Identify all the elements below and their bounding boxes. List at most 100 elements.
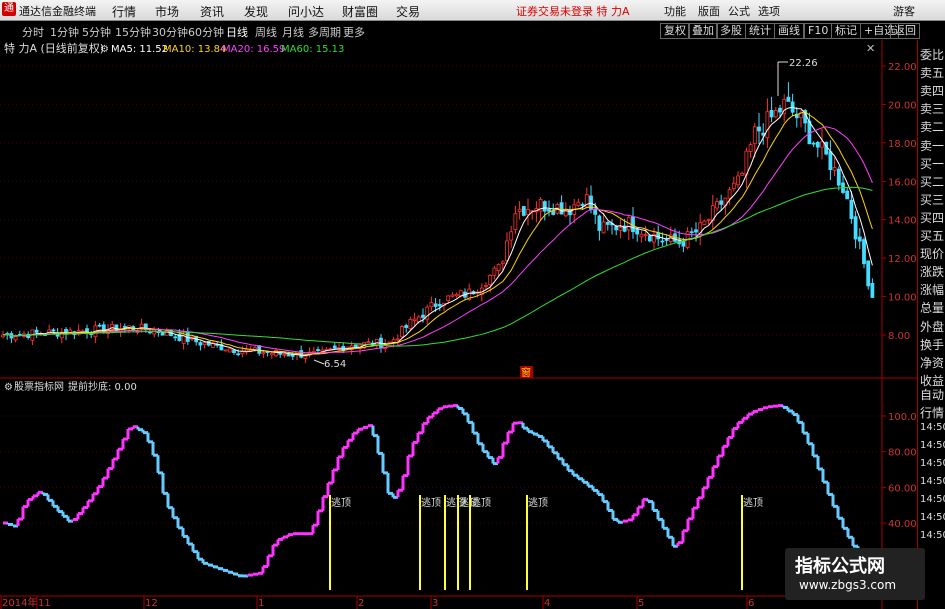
indicator-tick-label: 80.00 <box>888 448 917 459</box>
login-notice[interactable]: 证券交易未登录 特 力A <box>516 3 630 19</box>
price-tick-label: 12.00 <box>888 254 917 265</box>
candle-body <box>412 318 417 321</box>
candle-body <box>257 345 262 354</box>
quote-label-4: 卖二 <box>920 120 945 135</box>
candle-body <box>278 352 283 355</box>
signal-label: 逃顶 <box>743 496 763 509</box>
period-1min[interactable]: 1分钟 <box>50 24 79 40</box>
btn-huaxian[interactable]: 画线 <box>774 23 804 39</box>
menu-jiaoyi[interactable]: 交易 <box>396 3 420 20</box>
menu-bar: 通 通达信金融终端 行情 市场 资讯 发现 问小达 财富圈 交易 证券交易未登录… <box>0 0 945 21</box>
ma60-label: MA60: 15.13 <box>281 44 344 55</box>
period-monthly[interactable]: 月线 <box>282 24 304 40</box>
candle-body <box>408 319 413 329</box>
btn-fanhui[interactable]: 返回 <box>890 23 920 39</box>
quote-label-3: 卖三 <box>920 102 945 117</box>
candle-body <box>404 325 409 328</box>
candle-body <box>282 353 287 356</box>
menu-faxian[interactable]: 发现 <box>244 3 268 20</box>
signal-label: 逃顶 <box>421 496 441 509</box>
sub-settings-icon[interactable]: ⚙ <box>4 382 13 393</box>
candle-body <box>160 332 165 336</box>
candle-body <box>366 341 371 344</box>
candle-body <box>820 141 824 148</box>
high-price-label: 22.26 <box>789 58 818 69</box>
panel-close-icon[interactable]: ✕ <box>866 42 875 55</box>
candle-body <box>316 349 320 352</box>
tick-label-0: 自动 <box>920 388 945 402</box>
candle-body <box>870 282 875 298</box>
menu-zixun[interactable]: 资讯 <box>200 3 224 20</box>
btn-diejia[interactable]: 叠加 <box>688 23 718 39</box>
candle-body <box>421 314 425 318</box>
menu-caifuquan[interactable]: 财富圈 <box>342 3 378 20</box>
candle-body <box>715 201 719 209</box>
quote-label-13: 涨幅 <box>920 283 945 298</box>
tick-label-1: 行情 <box>920 406 945 420</box>
btn-duogu[interactable]: 多股 <box>716 23 746 39</box>
date-tick-label: 11 <box>38 598 51 609</box>
price-tick-label: 18.00 <box>888 139 917 150</box>
menu-layout[interactable]: 版面 <box>698 3 720 19</box>
quote-label-9: 买四 <box>920 210 945 225</box>
candle-body <box>454 293 459 297</box>
menu-shichang[interactable]: 市场 <box>155 3 179 20</box>
candle-body <box>773 110 778 118</box>
candle-body <box>647 235 652 242</box>
candle-body <box>702 220 707 225</box>
candle-body <box>223 349 228 352</box>
candle-body <box>286 354 291 357</box>
date-tick-label: 1 <box>258 598 264 609</box>
ma5-label: MA5: 11.52 <box>111 44 168 55</box>
guest-label[interactable]: 游客 <box>893 3 915 19</box>
candle-body <box>849 199 854 219</box>
candle-body <box>198 342 203 346</box>
candle-body <box>437 304 442 307</box>
settings-icon[interactable]: ⚙ <box>100 44 109 55</box>
candle-body <box>778 107 782 113</box>
btn-biaoji[interactable]: 标记 <box>831 23 861 39</box>
btn-f10[interactable]: F10 <box>804 23 833 39</box>
period-60min[interactable]: 60分钟 <box>188 24 224 40</box>
period-fenshi[interactable]: 分时 <box>22 24 44 40</box>
btn-fuquan[interactable]: 复权 <box>660 23 690 39</box>
candle-body <box>815 141 820 148</box>
candle-body <box>576 201 581 207</box>
period-daily[interactable]: 日线 <box>226 24 248 40</box>
candle-body <box>332 345 337 349</box>
btn-tongji[interactable]: 统计 <box>745 23 775 39</box>
tick-label-4: 14:50 <box>920 458 945 469</box>
candle-body <box>261 352 266 355</box>
candle-body <box>509 231 514 241</box>
period-5min[interactable]: 5分钟 <box>82 24 111 40</box>
menu-formula[interactable]: 公式 <box>728 3 750 19</box>
menu-function[interactable]: 功能 <box>664 3 686 19</box>
period-15min[interactable]: 15分钟 <box>115 24 151 40</box>
candle-body <box>748 144 753 152</box>
period-weekly[interactable]: 周线 <box>255 24 277 40</box>
quote-label-14: 总量 <box>920 301 945 316</box>
candle-body <box>727 189 732 199</box>
menu-hangqing[interactable]: 行情 <box>112 3 136 20</box>
period-30min[interactable]: 30分钟 <box>152 24 188 40</box>
candle-body <box>496 263 501 272</box>
candle-body <box>862 239 866 265</box>
candle-body <box>832 167 837 171</box>
indicator-tick-label: 100.00 <box>888 412 917 423</box>
period-bar: 分时 1分钟 5分钟 15分钟 30分钟 60分钟 日线 周线 月线 多周期 更… <box>0 21 945 41</box>
period-more[interactable]: 更多 <box>343 24 365 40</box>
date-tick-label: 2 <box>358 598 364 609</box>
candle-body <box>303 355 308 359</box>
quote-label-15: 外盘 <box>920 319 945 334</box>
candle-body <box>660 240 665 243</box>
period-multi[interactable]: 多周期 <box>308 24 341 40</box>
candle-body <box>853 216 858 240</box>
date-tick-label: 4 <box>544 598 550 609</box>
chart-area[interactable]: 22.0020.0018.0016.0014.0012.0010.008.00 … <box>0 40 917 609</box>
menu-wenxiaoda[interactable]: 问小达 <box>288 3 324 20</box>
signal-label: 逃顶 <box>471 496 491 509</box>
quote-label-5: 卖一 <box>920 138 945 153</box>
candle-body <box>13 336 18 341</box>
menu-options[interactable]: 选项 <box>758 3 780 19</box>
date-tick-label: 2014年 <box>2 596 37 609</box>
